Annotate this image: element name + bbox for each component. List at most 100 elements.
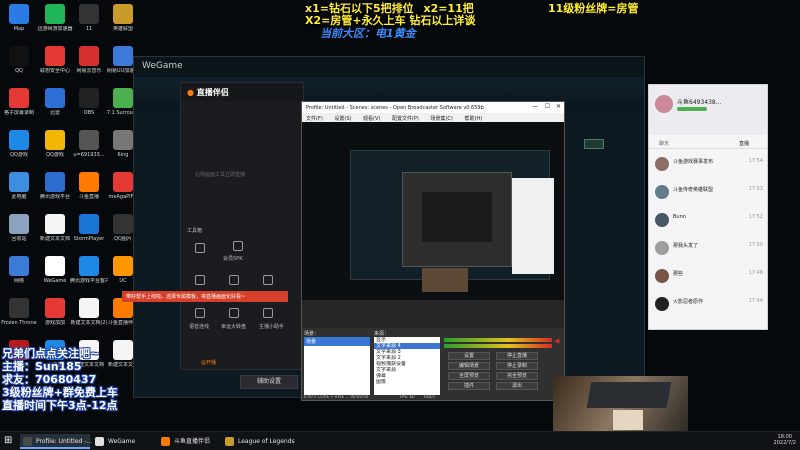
status-badge [677, 107, 707, 111]
app-icon [9, 130, 29, 150]
desktop-icon[interactable]: 迅雷 [36, 88, 74, 116]
obs-preview-gap [302, 300, 564, 328]
lol-button[interactable] [584, 139, 604, 149]
obs-button[interactable]: 退出 [496, 382, 538, 390]
list-item[interactable]: 斗鱼传奇英雄联盟 17:53 [655, 183, 763, 205]
desktop-icon[interactable]: 新建文本文档(2) [70, 298, 108, 326]
app-icon [45, 256, 65, 276]
desktop-icon-label: 迅雷 [49, 110, 60, 116]
douyu-live-companion-window[interactable]: ● 直播伴侣 右侧画面工具立即直播 工具箱 会员5PK 语音连线 幸运大转盘 主… [180, 82, 304, 370]
list-item[interactable]: 斗鱼游戏赛事发布 17:54 [655, 155, 763, 177]
app-icon [9, 214, 29, 234]
desktop-icon[interactable]: WeGame [36, 256, 74, 284]
taskbar-item[interactable]: Profile: Untitled -... [20, 434, 92, 449]
tool-label: 主播小助手 [259, 324, 285, 330]
list-item[interactable]: 那些 17:48 [655, 267, 763, 289]
desktop-icon[interactable]: QQ游戏 [0, 130, 38, 158]
obs-button[interactable]: 设置 [448, 352, 490, 360]
companion-tip-banner[interactable]: 带好帮手上线啦，选择专属模板，将直播画面化好看~ [122, 291, 288, 302]
wegame-title: WeGame [142, 61, 183, 71]
taskbar-item[interactable]: League of Legends [222, 434, 300, 449]
fps-text: FPS: 60 [399, 394, 415, 399]
desktop-icon[interactable]: 格子屏幕录制 [0, 88, 38, 116]
desktop-icon[interactable]: 新建文本文档 [36, 214, 74, 242]
desktop-icon[interactable]: 回收站 [0, 214, 38, 242]
windows-start-icon[interactable]: ⊞ [4, 435, 12, 446]
tool-icon[interactable] [263, 308, 273, 318]
app-icon [9, 88, 29, 108]
obs-button[interactable]: 插件 [448, 382, 490, 390]
obs-button[interactable]: 停止录制 [496, 362, 538, 370]
tab-chat[interactable]: 聊天 [659, 140, 669, 147]
desktop-icon[interactable]: u=691933... [70, 130, 108, 158]
desktop-icon[interactable]: 腾讯游戏平台客户端 [70, 256, 108, 284]
tool-icon[interactable] [233, 241, 243, 251]
desktop-icon-label: 联想安全中心 [39, 68, 70, 74]
desktop-icon[interactable]: QQ游戏 [36, 130, 74, 158]
obs-menubar: 文件(F) 设置(S) 观看(V) 配置文件(P) 场景集(C) 帮助(H) [302, 113, 564, 122]
chat-panel[interactable]: 斗鱼6493438... 聊天 直播 斗鱼游戏赛事发布 17:54 斗鱼传奇英雄联盟… [648, 84, 768, 330]
companion-titlebar: ● 直播伴侣 [181, 83, 303, 101]
desktop-icon[interactable]: StormPlayer [70, 214, 108, 242]
desktop-icon[interactable]: QQ [0, 46, 38, 74]
desktop-icon[interactable]: 此电脑 [0, 172, 38, 200]
clock[interactable]: 18:00 2022/7/2 [774, 434, 796, 446]
assist-settings-button[interactable]: 辅助设置 [240, 375, 298, 389]
tool-icon[interactable] [229, 275, 239, 285]
app-icon [95, 437, 104, 446]
taskbar-item-label: WeGame [108, 438, 136, 445]
desktop-icon[interactable]: 腾讯游戏平台 [36, 172, 74, 200]
sources-list[interactable]: 显示 文字来源 4 文字来源 3 文字来源 2 视频捕获设备 文字来源 弹幕 图像 [374, 337, 440, 395]
desktop-icon[interactable]: OBS [70, 88, 108, 116]
taskbar-item[interactable]: WeGame [92, 434, 154, 449]
desktop-icon[interactable]: 11 [70, 4, 108, 32]
source-item[interactable]: 图像 [374, 379, 440, 385]
tool-icon[interactable] [195, 308, 205, 318]
companion-footer-note[interactable]: @开播 [201, 359, 216, 366]
close-icon[interactable]: ✕ [556, 103, 561, 110]
speaker-icon[interactable]: ◀ [554, 337, 559, 345]
desktop-icon[interactable]: 网络 [0, 256, 38, 284]
scenes-list[interactable]: 场景 [304, 337, 370, 395]
tool-icon[interactable] [263, 275, 273, 285]
desktop-icon[interactable]: 斗鱼直播 [70, 172, 108, 200]
desktop-icon[interactable]: Frozen Throne [0, 298, 38, 326]
minimize-icon[interactable]: — [532, 103, 538, 110]
list-item[interactable]: 那我头发了 17:50 [655, 239, 763, 261]
app-icon [113, 130, 133, 150]
tool-icon[interactable] [195, 243, 205, 253]
obs-button[interactable]: 全屏预览 [448, 372, 490, 380]
app-icon [45, 46, 65, 66]
obs-window[interactable]: Profile: Untitled - Scenes: scenes - Ope… [301, 101, 565, 401]
scene-item[interactable]: 场景 [304, 337, 370, 346]
desktop-icon[interactable]: 迅游网游加速器 [36, 4, 74, 32]
chat-time: 17:48 [748, 270, 763, 276]
desktop-icon-label: 格子屏幕录制 [3, 110, 34, 116]
tool-icon[interactable] [195, 275, 205, 285]
overlay-region: 当前大区：电1黄金 [320, 27, 416, 40]
maximize-icon[interactable]: ☐ [545, 103, 550, 110]
list-item[interactable]: 火影忍者原作 17:44 [655, 295, 763, 317]
app-icon [45, 298, 65, 318]
desktop-icon-label: 斗鱼直播 [78, 194, 99, 200]
obs-button[interactable]: 完全预览 [496, 372, 538, 380]
desktop-icon[interactable]: 联想安全中心 [36, 46, 74, 74]
chat-time: 17:53 [748, 186, 763, 192]
chat-tabs: 聊天 直播 [649, 137, 767, 149]
app-icon [9, 172, 29, 192]
list-item[interactable]: Bunn 17:52 [655, 211, 763, 233]
desktop-icon[interactable]: 网易云音乐 [70, 46, 108, 74]
tool-icon[interactable] [229, 308, 239, 318]
chat-username: 斗鱼6493438... [677, 99, 722, 106]
avatar[interactable] [655, 95, 673, 113]
taskbar-item[interactable]: 斗鱼直播伴侣 [158, 434, 220, 449]
avatar [655, 269, 669, 283]
desktop-icon[interactable]: 英雄联盟 [104, 4, 142, 32]
tab-live[interactable]: 直播 [739, 140, 749, 147]
obs-dock: 场景： 来源： 场景 显示 文字来源 4 文字来源 3 文字来源 2 视频捕获设备 文字来… [302, 328, 564, 400]
obs-button[interactable]: 停止直播 [496, 352, 538, 360]
desktop-icon[interactable]: Map [0, 4, 38, 32]
audio-meter-right [444, 344, 552, 348]
desktop-icon[interactable]: 游戏加加 [36, 298, 74, 326]
obs-button[interactable]: 编辑场景 [448, 362, 490, 370]
